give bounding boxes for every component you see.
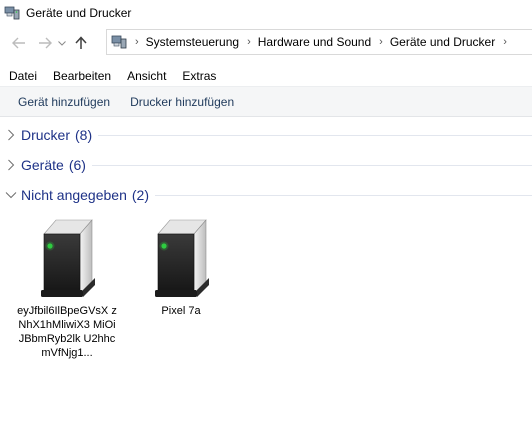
group-header-drucker[interactable]: Drucker (8) <box>0 124 532 146</box>
window-title: Geräte und Drucker <box>26 6 132 20</box>
arrow-up-icon <box>75 36 87 49</box>
group-header-nicht-angegeben[interactable]: Nicht angegeben (2) <box>0 184 532 206</box>
group-count: (6) <box>68 157 86 173</box>
menu-bar: Datei Bearbeiten Ansicht Extras <box>0 66 532 86</box>
navigation-bar: › Systemsteuerung › Hardware und Sound ›… <box>0 26 532 60</box>
chevron-down-icon <box>58 40 66 46</box>
recent-locations-button[interactable] <box>56 40 68 46</box>
group-divider <box>91 164 532 166</box>
group-divider <box>98 134 532 136</box>
arrow-left-icon <box>12 37 25 49</box>
menu-datei[interactable]: Datei <box>9 69 37 83</box>
group-count: (8) <box>75 127 93 143</box>
breadcrumb-systemsteuerung[interactable]: Systemsteuerung <box>146 35 239 49</box>
address-bar[interactable]: › Systemsteuerung › Hardware und Sound ›… <box>106 29 532 55</box>
group-label: Nicht angegeben <box>21 187 127 203</box>
chevron-right-icon[interactable]: › <box>503 36 507 48</box>
devices-printers-app-icon <box>4 5 20 21</box>
chevron-right-icon[interactable]: › <box>247 36 251 48</box>
chevron-right-icon[interactable]: › <box>379 36 383 48</box>
group-label: Drucker <box>21 127 71 143</box>
add-device-button[interactable]: Gerät hinzufügen <box>18 95 110 109</box>
menu-extras[interactable]: Extras <box>182 69 216 83</box>
breadcrumb-geraete-und-drucker[interactable]: Geräte und Drucker <box>390 35 495 49</box>
device-label: Pixel 7a <box>161 305 201 317</box>
title-bar: Geräte und Drucker <box>0 0 532 26</box>
group-count: (2) <box>131 187 149 203</box>
device-label: eyJfbil6IlBpeGVsX zNhX1hMliwiX3 MiOiJBbm… <box>17 305 117 359</box>
device-item[interactable]: Pixel 7a <box>131 218 231 318</box>
add-printer-button[interactable]: Drucker hinzufügen <box>130 95 234 109</box>
chevron-right-icon[interactable] <box>0 159 22 171</box>
menu-ansicht[interactable]: Ansicht <box>127 69 166 83</box>
group-divider <box>155 194 532 196</box>
group-label: Geräte <box>21 157 64 173</box>
server-tower-icon <box>146 218 216 298</box>
menu-bearbeiten[interactable]: Bearbeiten <box>53 69 111 83</box>
control-panel-icon <box>111 35 127 49</box>
chevron-right-icon[interactable]: › <box>135 36 139 48</box>
breadcrumb-hardware-und-sound[interactable]: Hardware und Sound <box>258 35 371 49</box>
chevron-down-icon[interactable] <box>0 191 22 199</box>
arrow-right-icon <box>39 37 52 49</box>
group-header-geraete[interactable]: Geräte (6) <box>0 154 532 176</box>
chevron-right-icon[interactable] <box>0 129 22 141</box>
server-tower-icon <box>32 218 102 298</box>
command-bar: Gerät hinzufügen Drucker hinzufügen <box>0 86 532 117</box>
device-item[interactable]: eyJfbil6IlBpeGVsX zNhX1hMliwiX3 MiOiJBbm… <box>17 218 117 360</box>
up-button[interactable] <box>70 32 92 54</box>
forward-button[interactable] <box>34 32 56 54</box>
back-button[interactable] <box>8 32 30 54</box>
